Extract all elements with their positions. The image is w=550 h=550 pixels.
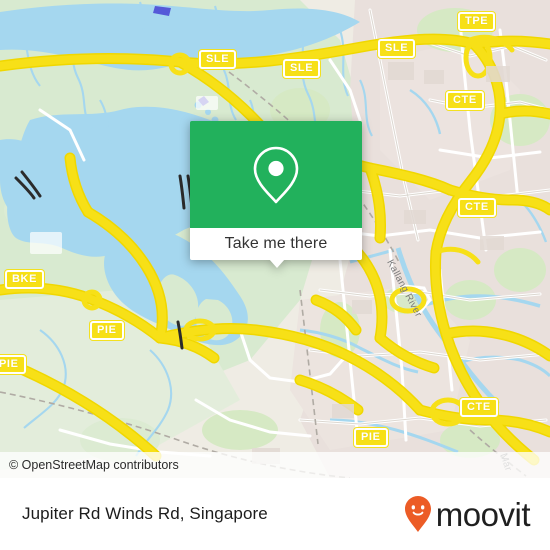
map-canvas[interactable]: TPE SLE SLE SLE CTE CTE BKE PIE PIE CTE … — [0, 0, 550, 478]
shield-pie-1: PIE — [90, 321, 124, 340]
popup-pin-wrapper — [190, 121, 362, 228]
shield-cte-2: CTE — [458, 198, 496, 217]
moovit-map-page: TPE SLE SLE SLE CTE CTE BKE PIE PIE CTE … — [0, 0, 550, 550]
take-me-there-button[interactable]: Take me there — [190, 228, 362, 260]
shield-pie-3: PIE — [354, 428, 388, 447]
take-me-there-label: Take me there — [224, 235, 328, 252]
moovit-brand-logo[interactable]: moovit — [404, 495, 531, 533]
shield-sle-2: SLE — [283, 59, 321, 78]
moovit-pin-smile-icon — [404, 496, 431, 532]
shield-sle-3: SLE — [199, 50, 237, 69]
shield-sle-1: SLE — [378, 39, 416, 58]
shield-bke: BKE — [5, 270, 45, 289]
footer-bar: Jupiter Rd Winds Rd, Singapore moovit — [0, 478, 550, 550]
shield-cte-1: CTE — [446, 91, 484, 110]
shield-cte-3: CTE — [460, 398, 498, 417]
popup-pointer-tail — [269, 259, 285, 268]
osm-attribution-text: © OpenStreetMap contributors — [9, 458, 179, 472]
moovit-wordmark: moovit — [435, 495, 531, 533]
osm-attribution-bar: © OpenStreetMap contributors — [0, 452, 550, 478]
shield-pie-2: PIE — [0, 355, 26, 374]
location-title: Jupiter Rd Winds Rd, Singapore — [22, 504, 268, 523]
destination-popup-card[interactable]: Take me there — [190, 121, 362, 268]
map-pin-icon — [253, 146, 299, 203]
shield-tpe: TPE — [458, 12, 496, 31]
